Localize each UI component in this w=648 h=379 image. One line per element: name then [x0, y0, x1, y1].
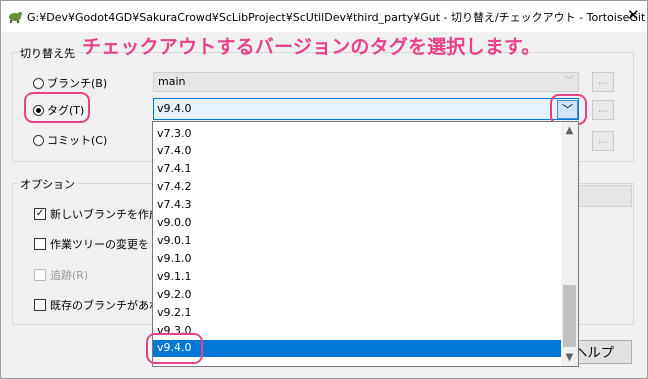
- tortoisegit-icon: [9, 12, 22, 23]
- radio-circle[interactable]: [33, 77, 44, 89]
- list-item[interactable]: v9.2.0: [157, 288, 192, 301]
- new-branch-label: 新しいブランチを作成: [50, 208, 160, 221]
- commit-radio-label: コミット(C): [47, 134, 108, 147]
- branch-browse-button: ...: [592, 72, 614, 92]
- commit-browse-button: ...: [592, 131, 614, 151]
- close-icon[interactable]: ✕: [627, 6, 640, 24]
- checkmark-icon[interactable]: ✓: [34, 208, 46, 220]
- list-item[interactable]: v9.0.0: [157, 216, 192, 229]
- override-changes-checkbox[interactable]: 作業ツリーの変更を: [34, 236, 149, 252]
- checkbox-box[interactable]: [34, 238, 46, 250]
- track-checkbox: 追跡(R): [34, 267, 88, 283]
- selected-item-highlight: [146, 333, 203, 364]
- tag-dropdown-list[interactable]: v7.3.0 v7.4.0 v7.4.1 v7.4.2 v7.4.3 v9.0.…: [152, 121, 579, 367]
- branch-radio-label: ブランチ(B): [47, 77, 108, 90]
- tag-combo-value: v9.4.0: [157, 102, 192, 115]
- list-item[interactable]: v9.2.1: [157, 306, 192, 319]
- scroll-down-icon[interactable]: ▼: [561, 349, 578, 366]
- override-branch-label: 既存のブランチがあれ: [50, 299, 160, 312]
- track-label: 追跡(R): [50, 269, 89, 282]
- checkbox-box: [34, 269, 46, 281]
- callout-text: チェックアウトするバージョンのタグを選択します。: [82, 36, 541, 58]
- branch-combo-value: main: [158, 75, 186, 88]
- override-branch-checkbox[interactable]: 既存のブランチがあれ: [34, 297, 160, 313]
- dropdown-scrollbar[interactable]: ▲ ▼: [561, 122, 578, 366]
- title-bar: G:¥Dev¥Godot4GD¥SakuraCrowd¥ScLibProject…: [1, 1, 647, 32]
- options-field: [578, 185, 632, 207]
- list-item[interactable]: v7.4.3: [157, 198, 192, 211]
- list-item[interactable]: v9.0.1: [157, 234, 192, 247]
- chevron-down-icon: ﹀: [564, 76, 574, 87]
- window-title: G:¥Dev¥Godot4GD¥SakuraCrowd¥ScLibProject…: [27, 11, 646, 24]
- radio-circle[interactable]: [33, 134, 44, 146]
- list-item[interactable]: v7.4.2: [157, 180, 192, 193]
- switch-to-label: 切り替え先: [18, 45, 77, 61]
- new-branch-checkbox[interactable]: ✓ 新しいブランチを作成: [34, 206, 160, 222]
- list-item[interactable]: v9.1.1: [157, 270, 192, 283]
- list-item[interactable]: v7.4.1: [157, 162, 192, 175]
- list-item[interactable]: v9.1.0: [157, 252, 192, 265]
- branch-combo: main ﹀: [153, 72, 579, 92]
- override-changes-label: 作業ツリーの変更を: [50, 238, 149, 251]
- tag-radio-highlight: [24, 92, 90, 123]
- commit-radio[interactable]: コミット(C): [33, 132, 107, 148]
- checkbox-box[interactable]: [34, 299, 46, 311]
- scroll-up-icon[interactable]: ▲: [561, 122, 578, 139]
- list-item[interactable]: v7.3.0: [157, 127, 192, 140]
- branch-radio[interactable]: ブランチ(B): [33, 75, 107, 91]
- options-label: オプション: [18, 176, 77, 192]
- scrollbar-thumb[interactable]: [563, 285, 576, 347]
- selected-list-item[interactable]: v9.4.0: [153, 340, 561, 357]
- tag-combo[interactable]: v9.4.0: [153, 98, 579, 120]
- list-item[interactable]: v7.4.0: [157, 144, 192, 157]
- tag-browse-button: ...: [592, 100, 614, 120]
